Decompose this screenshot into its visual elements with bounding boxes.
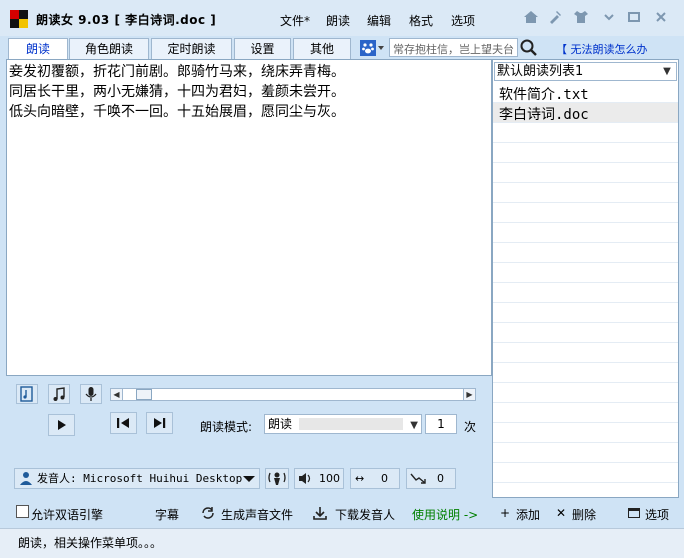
menu-read[interactable]: 朗读 (326, 12, 350, 29)
slider-thumb[interactable] (136, 389, 152, 400)
window-icon (628, 508, 640, 518)
add-button[interactable]: 添加 (516, 506, 540, 523)
list-row-empty (493, 323, 678, 343)
options-button[interactable]: 选项 (645, 506, 669, 523)
search-input[interactable]: 常存抱柱信，岂上望夫台 (389, 38, 518, 57)
tab-role-read[interactable]: 角色朗读 (69, 38, 149, 59)
list-row-empty (493, 423, 678, 443)
text-line: 妾发初覆额，折花门前剧。郎骑竹马来，绕床弄青梅。 (9, 64, 345, 80)
text-editor[interactable]: 妾发初覆额，折花门前剧。郎骑竹马来，绕床弄青梅。 同居长干里，两小无嫌猜，十四为… (6, 59, 492, 376)
usage-guide-link[interactable]: 使用说明 -> (412, 506, 478, 523)
progress-slider[interactable]: ◀ ▶ (110, 388, 476, 401)
select-highlight (299, 418, 403, 430)
collapse-icon[interactable] (600, 10, 618, 26)
chevron-down-icon: ▼ (410, 420, 418, 431)
next-button[interactable] (146, 412, 173, 434)
home-icon[interactable] (522, 10, 540, 26)
menu-edit[interactable]: 编辑 (367, 12, 391, 29)
speed-arrows-icon: ↔ (355, 472, 365, 485)
status-text: 朗读，相关操作菜单项。。。 (18, 536, 163, 550)
person-icon (19, 471, 33, 491)
list-row-empty (493, 283, 678, 303)
download-voice-button[interactable]: 下载发音人 (335, 506, 395, 523)
maximize-icon[interactable] (625, 10, 643, 26)
search-icon[interactable] (519, 38, 539, 58)
list-row-empty (493, 223, 678, 243)
scroll-right-icon[interactable]: ▶ (463, 389, 475, 400)
volume-icon (298, 472, 312, 491)
scroll-left-icon[interactable]: ◀ (111, 389, 123, 400)
list-row-empty (493, 143, 678, 163)
refresh-icon (200, 505, 216, 521)
read-mode-value: 朗读 (268, 417, 293, 431)
pitch-control[interactable]: 0 (406, 468, 456, 489)
chevron-down-icon[interactable] (239, 469, 259, 488)
subtitles-button[interactable]: 字幕 (155, 506, 179, 523)
generate-audio-button[interactable]: 生成声音文件 (221, 506, 293, 523)
list-row-empty (493, 243, 678, 263)
microphone-icon[interactable] (80, 384, 102, 404)
tab-read[interactable]: 朗读 (8, 38, 68, 60)
voice-selector[interactable]: 发音人: Microsoft Huihui Desktop (14, 468, 260, 489)
repeat-unit-label: 次 (464, 420, 477, 434)
list-row-empty (493, 263, 678, 283)
close-icon[interactable] (652, 10, 670, 26)
tab-other[interactable]: 其他 (293, 38, 351, 59)
speed-value: 0 (381, 472, 388, 485)
list-row-empty (493, 363, 678, 383)
volume-value: 100 (319, 472, 340, 485)
skin-icon[interactable] (572, 10, 590, 26)
list-row-empty (493, 203, 678, 223)
bilingual-checkbox[interactable] (16, 505, 29, 518)
text-line: 低头向暗壁，千唤不一回。十五始展眉，愿同尘与灰。 (9, 104, 345, 120)
tab-timed-read[interactable]: 定时朗读 (151, 38, 232, 59)
delete-icon: ✕ (556, 506, 567, 520)
list-row-empty (493, 383, 678, 403)
help-link[interactable]: 【 无法朗读怎么办 (556, 41, 648, 57)
playlist-item-label: 李白诗词.doc (499, 107, 589, 123)
bilingual-label: 允许双语引擎 (31, 508, 104, 522)
menu-options[interactable]: 选项 (451, 12, 475, 29)
list-row-empty (493, 303, 678, 323)
music-file-icon[interactable] (16, 384, 38, 404)
list-row-empty (493, 403, 678, 423)
pitch-icon (410, 472, 426, 491)
download-icon (312, 505, 328, 521)
menu-format[interactable]: 格式 (409, 12, 433, 29)
paw-search-engine-icon[interactable] (360, 39, 386, 57)
list-row-empty (493, 183, 678, 203)
music-note-icon[interactable] (48, 384, 70, 404)
list-row-empty (493, 163, 678, 183)
voice-name: Microsoft Huihui Desktop (83, 472, 243, 485)
menu-file[interactable]: 文件* (280, 12, 310, 29)
tab-settings[interactable]: 设置 (234, 38, 291, 59)
read-mode-select[interactable]: 朗读 ▼ (264, 414, 422, 434)
playlist-select-value: 默认朗读列表1 (497, 64, 584, 79)
add-icon: + (500, 506, 511, 520)
text-line: 同居长干里，两小无嫌猜，十四为君妇，羞颜未尝开。 (9, 84, 345, 100)
voice-settings-icon[interactable] (265, 468, 289, 489)
play-button[interactable] (48, 414, 75, 436)
list-row-empty (493, 343, 678, 363)
previous-button[interactable] (110, 412, 137, 434)
list-row-empty (493, 443, 678, 463)
voice-label-text: 发音人: (37, 472, 77, 485)
speed-control[interactable]: ↔ 0 (350, 468, 400, 489)
read-mode-label: 朗读模式: (200, 420, 253, 434)
tools-icon[interactable] (547, 10, 565, 26)
window-title: 朗读女 9.03 [ 李白诗词.doc ] (36, 13, 217, 27)
chevron-down-icon: ▼ (663, 66, 671, 77)
list-row-empty (493, 123, 678, 143)
playlist-item-label: 软件简介.txt (499, 87, 589, 103)
list-row-empty (493, 463, 678, 483)
volume-control[interactable]: 100 (294, 468, 344, 489)
repeat-count-input[interactable]: 1 (425, 414, 457, 434)
app-logo-icon (10, 10, 28, 28)
playlist-select[interactable]: 默认朗读列表1 ▼ (494, 62, 677, 81)
pitch-value: 0 (437, 472, 444, 485)
delete-button[interactable]: 删除 (572, 506, 596, 523)
